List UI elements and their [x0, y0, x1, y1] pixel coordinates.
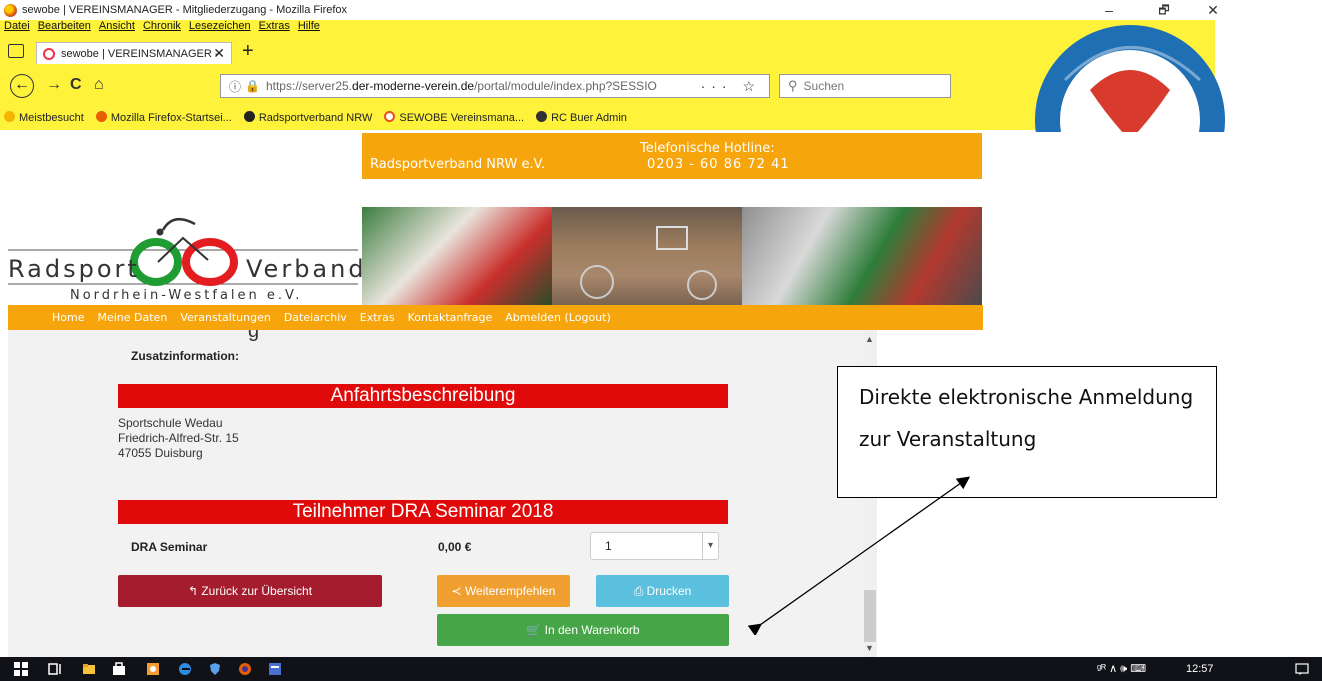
hotline-number: 0203 - 60 86 72 41: [647, 157, 790, 172]
firefox-icon: [4, 3, 17, 17]
recommend-button[interactable]: ≺ Weiterempfehlen: [437, 575, 570, 607]
cart-icon: 🛒: [526, 623, 545, 637]
anfahrt-section-title: Anfahrtsbeschreibung: [118, 384, 728, 408]
menu-extras[interactable]: Extras: [255, 20, 294, 38]
address-line: Sportschule Wedau: [118, 416, 223, 430]
bookmark-item[interactable]: Meistbesucht: [4, 110, 84, 124]
reload-icon[interactable]: C: [70, 76, 82, 94]
event-detail-panel: g Zusatzinformation: Anfahrtsbeschreibun…: [8, 330, 863, 657]
close-window-button[interactable]: ✕: [1190, 0, 1236, 20]
app-taskbar-icon[interactable]: [268, 662, 282, 676]
add-to-cart-button[interactable]: 🛒 In den Warenkorb: [437, 614, 729, 646]
bookmark-item[interactable]: SEWOBE Vereinsmana...: [384, 110, 524, 124]
search-placeholder: Suchen: [803, 79, 845, 93]
tab-strip: sewobe | VEREINSMANAGER - ✕ +: [0, 40, 1000, 64]
main-navigation: Home Meine Daten Veranstaltungen Dateiar…: [8, 305, 983, 330]
url-text: https://server25.der-moderne-verein.de/p…: [265, 79, 657, 93]
system-tray-icons[interactable]: ᵍᴿ ∧ 🕪 ⌨: [1097, 662, 1146, 676]
org-name: Radsportverband NRW e.V.: [370, 157, 545, 172]
new-tab-button[interactable]: +: [242, 40, 254, 62]
sewobe-favicon-icon: [43, 47, 55, 60]
quantity-value: 1: [605, 539, 612, 553]
address-line: 47055 Duisburg: [118, 446, 203, 460]
clock[interactable]: 12:57: [1186, 663, 1214, 675]
nav-extras[interactable]: Extras: [360, 311, 395, 324]
nav-logout[interactable]: Abmelden (Logout): [505, 311, 611, 324]
nav-home[interactable]: Home: [52, 311, 84, 324]
scroll-down-icon[interactable]: ▼: [865, 643, 874, 653]
page-actions-icon[interactable]: ··· ☆: [701, 78, 761, 95]
address-line: Friedrich-Alfred-Str. 15: [118, 431, 239, 445]
hotline-label: Telefonische Hotline:: [640, 141, 775, 156]
home-icon[interactable]: ⌂: [94, 76, 104, 94]
cyclists-photo: [362, 207, 552, 305]
window-title: sewobe | VEREINSMANAGER - Mitgliederzuga…: [22, 4, 348, 16]
notification-center-icon[interactable]: [1295, 662, 1309, 676]
brand-word-left: Radsport: [8, 255, 140, 283]
search-icon: ⚲: [788, 78, 798, 93]
minimize-button[interactable]: –: [1086, 0, 1132, 20]
forward-icon[interactable]: →: [46, 76, 62, 94]
zusatzinformation-label: Zusatzinformation:: [131, 349, 239, 363]
reply-icon: ↰: [187, 584, 202, 598]
chevron-down-icon[interactable]: ▾: [702, 533, 718, 559]
nav-veranstaltungen[interactable]: Veranstaltungen: [180, 311, 271, 324]
track-cycling-photo: [742, 207, 982, 305]
tab-close-icon[interactable]: ✕: [213, 45, 225, 62]
bookmarks-bar: Meistbesucht Mozilla Firefox-Startsei...…: [0, 106, 627, 128]
tab-sewobe[interactable]: sewobe | VEREINSMANAGER - ✕: [36, 42, 232, 64]
bookmark-item[interactable]: RC Buer Admin: [536, 110, 627, 124]
address-block: Sportschule Wedau Friedrich-Alfred-Str. …: [118, 416, 239, 461]
menu-bearbeiten[interactable]: Bearbeiten: [34, 20, 95, 38]
maximize-button[interactable]: 🗗: [1141, 0, 1187, 20]
bookmark-item[interactable]: Radsportverband NRW: [243, 110, 372, 124]
windows-taskbar: 12:57 ᵍᴿ ∧ 🕪 ⌨: [0, 657, 1322, 681]
nav-kontaktanfrage[interactable]: Kontaktanfrage: [408, 311, 493, 324]
file-explorer-icon[interactable]: [82, 662, 96, 676]
share-icon: ≺: [451, 584, 465, 598]
radsport-verband-logo[interactable]: Radsport Verband Nordrhein-Westfalen e.V…: [8, 210, 364, 305]
brand-word-right: Verband: [246, 255, 367, 283]
clipped-heading: g: [248, 330, 260, 342]
menu-lesezeichen[interactable]: Lesezeichen: [185, 20, 255, 38]
item-name: DRA Seminar: [131, 540, 208, 554]
print-icon: ⎙: [633, 584, 647, 598]
menu-ansicht[interactable]: Ansicht: [95, 20, 139, 38]
task-view-icon[interactable]: [48, 662, 62, 676]
quantity-select[interactable]: 1 ▾: [590, 532, 719, 560]
sidebar-toggle-icon[interactable]: [8, 44, 24, 58]
item-price: 0,00 €: [438, 540, 472, 554]
lock-icon: 🔒: [245, 79, 260, 93]
back-to-overview-button[interactable]: ↰ Zurück zur Übersicht: [118, 575, 382, 607]
annotation-arrow: [747, 476, 971, 635]
teilnehmer-section-title: Teilnehmer DRA Seminar 2018: [118, 500, 728, 524]
scroll-up-icon[interactable]: ▲: [865, 334, 874, 344]
photos-app-icon[interactable]: [146, 662, 160, 676]
defender-icon[interactable]: [208, 662, 222, 676]
bookmark-item[interactable]: Mozilla Firefox-Startsei...: [95, 110, 232, 124]
store-icon[interactable]: [112, 662, 126, 676]
menu-chronik[interactable]: Chronik: [139, 20, 185, 38]
url-bar[interactable]: ⓘ 🔒 https://server25.der-moderne-verein.…: [220, 74, 770, 98]
edge-icon[interactable]: [178, 662, 192, 676]
tab-label: sewobe | VEREINSMANAGER -: [61, 47, 219, 60]
search-input[interactable]: ⚲ Suchen: [779, 74, 951, 98]
print-button[interactable]: ⎙ Drucken: [596, 575, 729, 607]
firefox-taskbar-icon[interactable]: [238, 662, 252, 676]
annotation-line: Direkte elektronische Anmeldung: [859, 385, 1194, 409]
cycleball-photo: [552, 207, 742, 305]
club-seal-logo: [1030, 20, 1225, 132]
menu-bar: Datei Bearbeiten Ansicht Chronik Lesezei…: [0, 20, 324, 38]
windows-start-icon[interactable]: [14, 662, 28, 676]
nav-dateiarchiv[interactable]: Dateiarchiv: [284, 311, 347, 324]
hotline-banner: Radsportverband NRW e.V. Telefonische Ho…: [362, 133, 982, 179]
menu-datei[interactable]: Datei: [0, 20, 34, 38]
header-photo-strip: [362, 207, 982, 305]
brand-subtitle: Nordrhein-Westfalen e.V.: [70, 288, 303, 303]
annotation-line: zur Veranstaltung: [859, 427, 1037, 451]
site-info-icon[interactable]: ⓘ: [229, 78, 241, 95]
back-button[interactable]: ←: [10, 74, 34, 98]
nav-meine-daten[interactable]: Meine Daten: [97, 311, 167, 324]
menu-hilfe[interactable]: Hilfe: [294, 20, 324, 38]
